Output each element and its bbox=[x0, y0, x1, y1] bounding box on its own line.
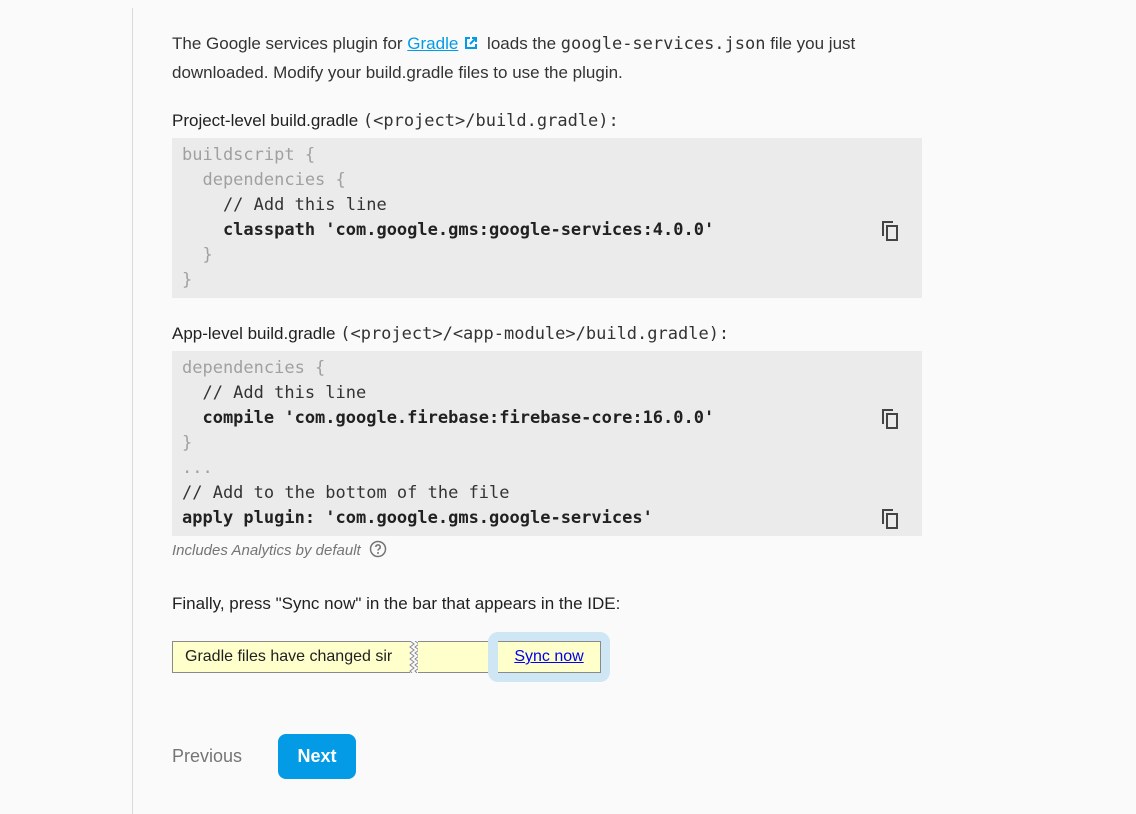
code-line: } bbox=[182, 270, 193, 290]
previous-button[interactable]: Previous bbox=[172, 734, 242, 779]
code-line: dependencies { bbox=[182, 170, 346, 190]
app-level-title: App-level build.gradle bbox=[172, 324, 336, 343]
app-level-label: App-level build.gradle (<project>/<app-m… bbox=[172, 323, 932, 345]
project-level-title: Project-level build.gradle bbox=[172, 111, 359, 130]
code-line: dependencies { bbox=[182, 358, 326, 378]
code-line: apply plugin: 'com.google.gms.google-ser… bbox=[182, 508, 653, 528]
code-line: classpath 'com.google.gms:google-service… bbox=[182, 220, 715, 240]
intro-prefix: The Google services plugin for bbox=[172, 34, 408, 53]
code-line: } bbox=[182, 245, 213, 265]
code-line: compile 'com.google.firebase:firebase-co… bbox=[182, 408, 715, 428]
project-level-path: (<project>/build.gradle): bbox=[362, 111, 619, 131]
footnote-text: Includes Analytics by default bbox=[172, 542, 361, 559]
app-level-code-block: dependencies { // Add this line compile … bbox=[172, 351, 922, 536]
gradle-link[interactable]: Gradle bbox=[407, 34, 458, 53]
ide-sync-bar-illustration: Gradle files have changed sir Sync now bbox=[172, 632, 932, 682]
ide-bar-message: Gradle files have changed sir bbox=[172, 641, 410, 673]
external-link-icon[interactable] bbox=[462, 34, 480, 60]
intro-middle: loads the bbox=[482, 34, 561, 53]
step-navigation: Previous Next bbox=[172, 734, 472, 779]
copy-icon[interactable] bbox=[878, 405, 902, 431]
project-level-label: Project-level build.gradle (<project>/bu… bbox=[172, 110, 932, 132]
code-line: // Add to the bottom of the file bbox=[182, 483, 510, 503]
next-button[interactable]: Next bbox=[278, 734, 356, 779]
intro-paragraph: The Google services plugin for Gradle lo… bbox=[172, 31, 932, 86]
setup-step-content: The Google services plugin for Gradle lo… bbox=[172, 31, 932, 682]
code-line: } bbox=[182, 433, 193, 453]
sync-now-link[interactable]: Sync now bbox=[498, 641, 601, 673]
code-line: ... bbox=[182, 458, 213, 478]
copy-icon[interactable] bbox=[878, 217, 902, 243]
app-level-path: (<project>/<app-module>/build.gradle): bbox=[340, 324, 730, 344]
code-line: // Add this line bbox=[182, 383, 367, 403]
filename-code: google-services.json bbox=[560, 34, 766, 54]
analytics-footnote: Includes Analytics by default bbox=[172, 540, 932, 565]
code-line: // Add this line bbox=[182, 195, 387, 215]
left-divider bbox=[132, 8, 133, 814]
project-level-code-block: buildscript { dependencies { // Add this… bbox=[172, 138, 922, 298]
copy-icon[interactable] bbox=[878, 505, 902, 531]
code-line: buildscript { bbox=[182, 145, 316, 165]
sync-instructions: Finally, press "Sync now" in the bar tha… bbox=[172, 594, 621, 613]
help-icon[interactable] bbox=[369, 540, 387, 565]
